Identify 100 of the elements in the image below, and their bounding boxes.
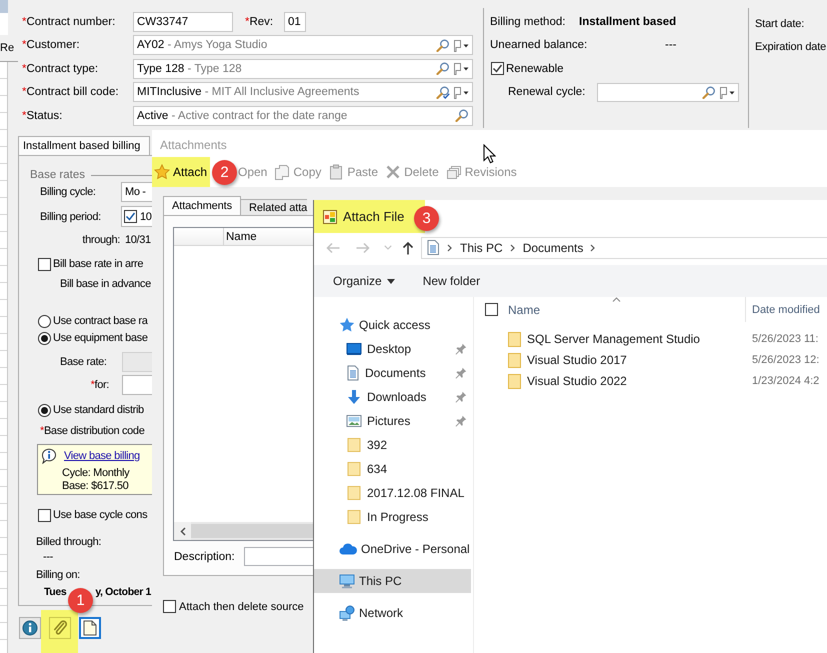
dropdown-field[interactable]: Mo -: [121, 182, 152, 202]
folder-icon: [508, 330, 521, 346]
nav-item[interactable]: Quick access: [314, 313, 471, 337]
field-label: Billing method:: [490, 16, 566, 28]
window-title: Attach File: [343, 209, 404, 224]
checkbox-label: Attach then delete source: [179, 600, 304, 612]
chevron-left-icon[interactable]: [180, 526, 186, 536]
tab[interactable]: Related atta: [241, 199, 308, 215]
toolbar-button[interactable]: New folder: [422, 270, 480, 292]
document-icon: [427, 240, 439, 255]
column-header[interactable]: Name: [224, 228, 257, 245]
lookup-field[interactable]: [597, 82, 739, 102]
desktop-icon: [346, 342, 362, 356]
delete-icon: [385, 164, 402, 180]
text-field[interactable]: 01: [284, 12, 306, 32]
lookup-field[interactable]: Type 128 - Type 128: [133, 58, 473, 79]
flag-dropdown-icon[interactable]: [453, 38, 469, 52]
field-value: ---: [43, 550, 53, 562]
nav-item[interactable]: Desktop: [314, 337, 471, 361]
folder-icon: [346, 437, 362, 453]
file-name[interactable]: Visual Studio 2022: [527, 374, 627, 388]
checkbox[interactable]: [38, 258, 51, 270]
search-icon[interactable]: [436, 38, 450, 52]
caret-down-icon: [386, 278, 395, 284]
radio-button[interactable]: [38, 404, 51, 416]
text-field[interactable]: [244, 547, 313, 566]
field-label: Expiration date: [755, 40, 826, 52]
info-text: Base: $617.50: [62, 480, 130, 493]
nav-item[interactable]: 2017.12.08 FINAL: [314, 481, 471, 505]
stacked-pages-icon: [446, 164, 462, 180]
checkbox[interactable]: [485, 303, 498, 316]
column-header[interactable]: Date modified: [746, 297, 820, 322]
folder-icon: [508, 352, 521, 368]
search-icon[interactable]: [702, 86, 716, 99]
date-field[interactable]: 10: [121, 206, 152, 227]
text-field[interactable]: [122, 375, 152, 395]
nav-item[interactable]: Documents: [314, 361, 471, 385]
radio-button[interactable]: [38, 332, 51, 344]
field-value: 10/31: [125, 234, 151, 246]
flag-dropdown-icon[interactable]: [453, 86, 469, 99]
nav-item[interactable]: OneDrive - Personal: [314, 537, 471, 561]
toolbar-button[interactable]: Organize: [333, 270, 395, 292]
field-label: Billing on:: [36, 568, 80, 580]
field-value: ---: [665, 39, 676, 52]
search-icon[interactable]: [455, 109, 469, 122]
up-arrow-icon[interactable]: [402, 240, 414, 254]
file-date: 5/26/2023 11:: [752, 332, 818, 344]
nav-item[interactable]: Downloads: [314, 385, 471, 409]
search-icon[interactable]: [436, 62, 450, 76]
field-label: Renewal cycle:: [508, 86, 586, 98]
clipboard-icon: [328, 164, 344, 180]
horizontal-scrollbar[interactable]: [174, 522, 313, 540]
tab[interactable]: Installment based billing: [18, 136, 150, 155]
checkbox[interactable]: [163, 600, 176, 613]
lookup-field[interactable]: MITInclusive - MIT All Inclusive Agreements: [133, 82, 473, 102]
field-label: Billing period:: [40, 210, 102, 222]
checkbox[interactable]: [491, 62, 504, 76]
nav-item[interactable]: 392: [314, 433, 471, 457]
cloud-icon: [339, 543, 357, 555]
flag-dropdown-icon[interactable]: [719, 86, 735, 99]
field-label: Start date:: [755, 18, 804, 30]
network-icon: [339, 605, 355, 621]
field-label: Base rate:: [60, 356, 108, 368]
field-label: *Status:: [22, 110, 64, 122]
nav-item[interactable]: Pictures: [314, 409, 471, 433]
computer-icon: [339, 574, 355, 588]
chevron-right-icon: [447, 244, 452, 252]
nav-item[interactable]: In Progress: [314, 505, 471, 529]
field-label: *Contract bill code:: [22, 86, 120, 98]
column-header[interactable]: Name: [508, 297, 745, 322]
field-label: *Customer:: [22, 39, 81, 52]
info-text: Cycle: Monthly: [62, 467, 130, 480]
folder-icon: [508, 372, 521, 388]
field-label: Billing cycle:: [40, 186, 97, 198]
nav-item[interactable]: This PC: [314, 569, 471, 593]
paperclip-button[interactable]: [49, 617, 71, 639]
checkbox[interactable]: [124, 210, 137, 223]
breadcrumb[interactable]: Documents: [522, 240, 584, 254]
file-name[interactable]: SQL Server Management Studio: [527, 332, 700, 346]
view-billing-link[interactable]: View base billing: [64, 450, 140, 462]
file-name[interactable]: Visual Studio 2017: [527, 352, 627, 366]
folder-icon: [346, 461, 362, 477]
lookup-field[interactable]: AY02 - Amys Yoga Studio: [133, 35, 473, 56]
address-bar[interactable]: This PC Documents: [421, 236, 827, 258]
toolbar-button[interactable]: Attach: [154, 161, 208, 183]
page-button[interactable]: [79, 617, 101, 639]
checkbox[interactable]: [38, 508, 51, 522]
nav-item[interactable]: Network: [314, 601, 471, 625]
tab[interactable]: Attachments: [163, 196, 242, 215]
text-field[interactable]: CW33747: [133, 12, 233, 32]
radio-button[interactable]: [38, 314, 51, 328]
lookup-field[interactable]: Active - Active contract for the date range: [133, 106, 473, 126]
info-button[interactable]: [19, 617, 41, 639]
nav-item[interactable]: 634: [314, 457, 471, 481]
step-badge: 2: [212, 160, 237, 185]
date-text: Tues: [44, 586, 66, 598]
picture-icon: [346, 414, 362, 428]
breadcrumb[interactable]: This PC: [460, 240, 503, 254]
search-check-icon[interactable]: [436, 86, 450, 99]
flag-dropdown-icon[interactable]: [453, 62, 469, 76]
